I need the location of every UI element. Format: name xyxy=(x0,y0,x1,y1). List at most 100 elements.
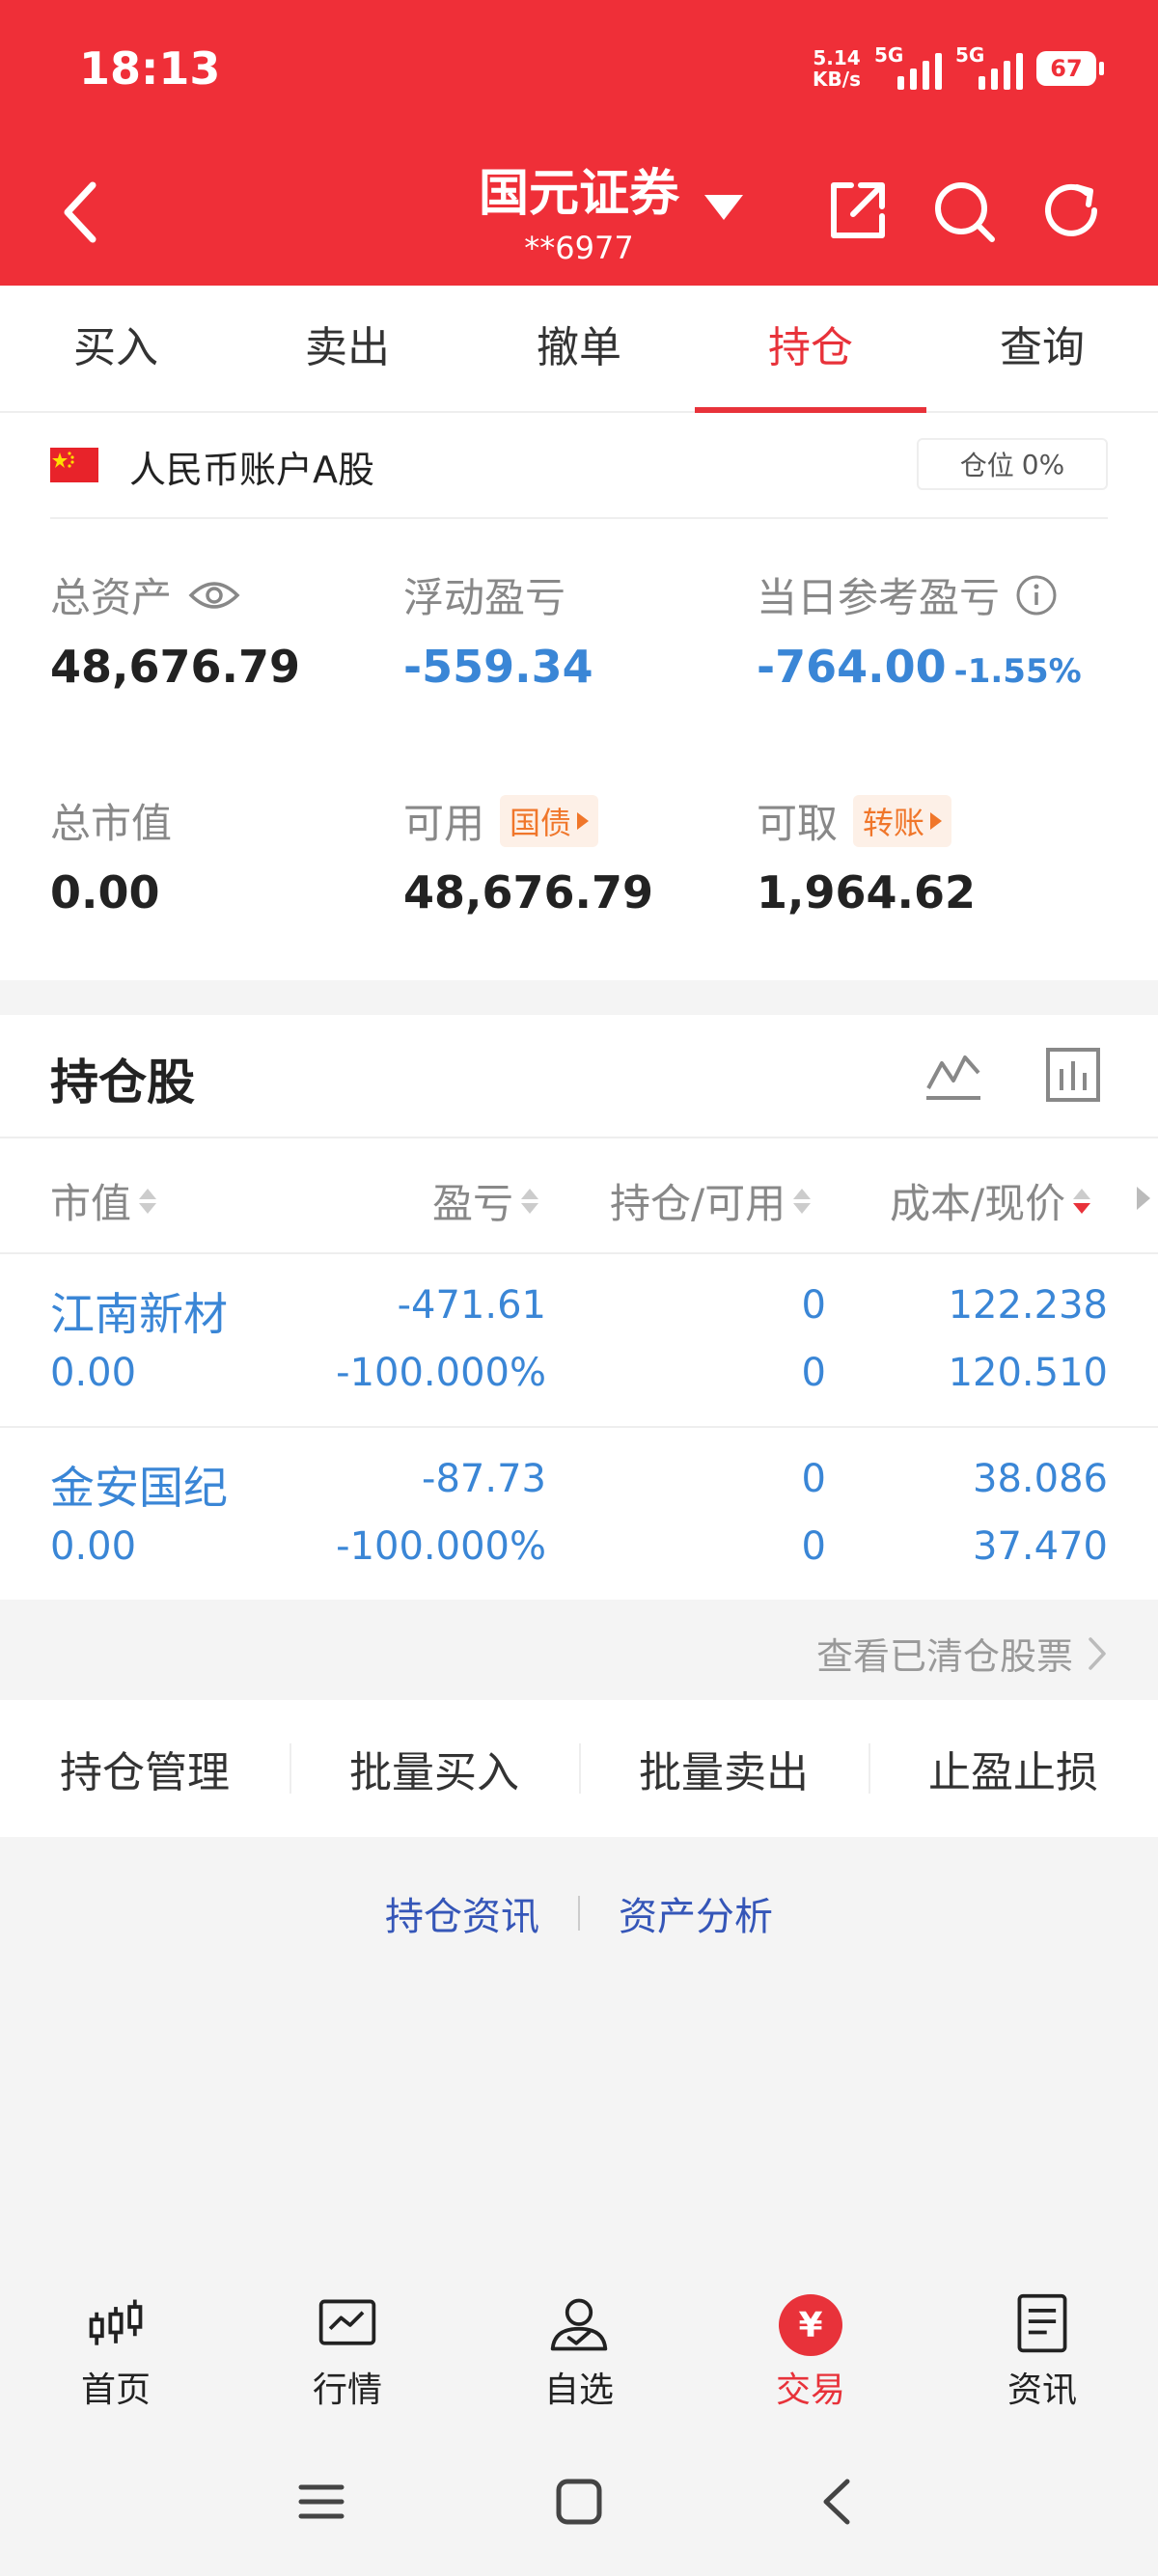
trade-tabs: 买入 卖出 撤单 持仓 查询 xyxy=(0,286,1158,413)
nav-watchlist[interactable]: 自选 xyxy=(463,2267,695,2412)
floating-pl-value: -559.34 xyxy=(403,641,593,693)
signal-icon: 5G xyxy=(874,43,942,90)
available-value: 48,676.79 xyxy=(403,866,653,918)
stock-price: 37.470 xyxy=(973,1524,1108,1569)
daily-pl-label: 当日参考盈亏 xyxy=(757,565,1058,624)
line-chart-icon[interactable] xyxy=(923,1044,984,1106)
transfer-tag[interactable]: 转账 xyxy=(853,794,952,847)
batch-buy-button[interactable]: 批量买入 xyxy=(290,1738,579,1799)
app-header: 18:13 5.14 KB/s 5G 5G 67 国元证券 **6977 xyxy=(0,0,1158,286)
account-type[interactable]: 人民币账户A股 xyxy=(129,440,374,493)
cleared-stocks-bar: 查看已清仓股票 xyxy=(0,1600,1158,1698)
bottom-nav: 首页 行情 自选 ¥ 交易 资讯 xyxy=(0,2267,1158,2412)
withdrawable-value: 1,964.62 xyxy=(757,866,976,918)
take-profit-stop-loss-button[interactable]: 止盈止损 xyxy=(868,1738,1158,1799)
nav-home[interactable]: 首页 xyxy=(0,2267,232,2412)
stock-market-value: 0.00 xyxy=(50,1351,137,1395)
stock-holding: 0 xyxy=(801,1283,826,1328)
tab-cancel-order[interactable]: 撤单 xyxy=(463,286,695,411)
daily-pl-value: -764.00 -1.55% xyxy=(757,641,1082,693)
table-row[interactable]: 金安国纪 0.00 -87.73 -100.000% 0 0 38.086 37… xyxy=(0,1428,1158,1600)
system-navigation xyxy=(0,2451,1158,2557)
sort-icon xyxy=(521,1188,539,1214)
eye-icon[interactable] xyxy=(187,578,241,613)
caret-down-icon[interactable] xyxy=(704,195,743,220)
sort-icon xyxy=(139,1188,157,1214)
scroll-right-icon[interactable] xyxy=(1137,1187,1150,1210)
search-icon[interactable] xyxy=(928,176,998,245)
candlestick-icon xyxy=(89,2299,143,2345)
tab-positions[interactable]: 持仓 xyxy=(695,286,926,413)
stock-pl: -471.61 xyxy=(397,1283,546,1328)
market-value-label: 总市值 xyxy=(50,800,173,847)
home-square-icon[interactable] xyxy=(555,2478,603,2526)
link-separator xyxy=(578,1896,580,1931)
battery-icon: 67 xyxy=(1036,51,1104,86)
floating-pl-label: 浮动盈亏 xyxy=(403,574,566,621)
holding-news-link[interactable]: 持仓资讯 xyxy=(385,1885,539,1941)
nav-news[interactable]: 资讯 xyxy=(926,2267,1158,2412)
bar-chart-icon[interactable] xyxy=(1042,1044,1104,1106)
tab-sell[interactable]: 卖出 xyxy=(232,286,463,411)
total-assets-label: 总资产 xyxy=(50,565,241,624)
column-market-value[interactable]: 市值 xyxy=(50,1171,157,1230)
position-ratio-badge: 仓位 0% xyxy=(917,438,1108,490)
nav-market[interactable]: 行情 xyxy=(232,2267,463,2412)
stock-pl-percent: -100.000% xyxy=(336,1524,546,1569)
market-value-value: 0.00 xyxy=(50,866,160,918)
treasury-bond-tag[interactable]: 国债 xyxy=(500,794,599,847)
daily-pl-percent: -1.55% xyxy=(953,652,1082,691)
table-row[interactable]: 江南新材 0.00 -471.61 -100.000% 0 0 122.238 … xyxy=(0,1254,1158,1426)
sort-icon xyxy=(1073,1188,1091,1214)
tab-query[interactable]: 查询 xyxy=(926,286,1158,411)
holdings-panel: 持仓股 市值 盈亏 持仓/可用 成本/现价 江南新材 0.00 -471.61 … xyxy=(0,1015,1158,1600)
withdrawable-label: 可取 转账 xyxy=(757,791,952,850)
status-time: 18:13 xyxy=(79,42,221,95)
bottom-links: 持仓资讯 资产分析 xyxy=(0,1879,1158,1947)
stock-available: 0 xyxy=(801,1351,826,1395)
tab-buy[interactable]: 买入 xyxy=(0,286,232,411)
sort-icon xyxy=(793,1188,812,1214)
stock-name: 金安国纪 xyxy=(50,1462,228,1514)
chevron-right-icon xyxy=(1089,1636,1106,1670)
net-speed: 5.14 KB/s xyxy=(813,46,861,91)
divider xyxy=(0,1137,1158,1138)
stock-available: 0 xyxy=(801,1524,826,1569)
account-summary: 人民币账户A股 仓位 0% 总资产 48,676.79 浮动盈亏 -559.34… xyxy=(0,413,1158,980)
menu-icon[interactable] xyxy=(297,2478,345,2526)
holding-actions: 持仓管理 批量买入 批量卖出 止盈止损 xyxy=(0,1700,1158,1837)
stock-cost: 38.086 xyxy=(973,1457,1108,1501)
caret-right-icon xyxy=(577,811,590,830)
caret-right-icon xyxy=(930,811,943,830)
stock-pl-percent: -100.000% xyxy=(336,1351,546,1395)
cleared-stocks-link[interactable]: 查看已清仓股票 xyxy=(816,1627,1108,1680)
position-management-button[interactable]: 持仓管理 xyxy=(0,1738,290,1799)
nav-trade[interactable]: ¥ 交易 xyxy=(695,2267,926,2412)
signal-icon: 5G xyxy=(955,43,1023,90)
batch-sell-button[interactable]: 批量卖出 xyxy=(579,1738,868,1799)
status-icons: 5.14 KB/s 5G 5G 67 xyxy=(813,42,1104,95)
user-icon xyxy=(550,2298,608,2351)
stock-price: 120.510 xyxy=(948,1351,1108,1395)
available-label: 可用 国债 xyxy=(403,791,599,850)
stock-market-value: 0.00 xyxy=(50,1524,137,1569)
back-triangle-icon[interactable] xyxy=(816,2476,855,2528)
divider xyxy=(50,517,1108,519)
stock-cost: 122.238 xyxy=(948,1283,1108,1328)
refresh-icon[interactable] xyxy=(1036,176,1106,245)
stock-pl: -87.73 xyxy=(422,1457,546,1501)
info-icon[interactable] xyxy=(1015,574,1058,617)
share-icon[interactable] xyxy=(822,176,892,245)
total-assets-value: 48,676.79 xyxy=(50,641,300,693)
holdings-title: 持仓股 xyxy=(50,1055,195,1110)
column-profit-loss[interactable]: 盈亏 xyxy=(432,1171,539,1230)
document-icon xyxy=(1017,2293,1067,2353)
column-cost-price[interactable]: 成本/现价 xyxy=(890,1171,1091,1230)
yen-icon: ¥ xyxy=(779,2294,842,2356)
asset-analysis-link[interactable]: 资产分析 xyxy=(619,1885,773,1941)
stock-name: 江南新材 xyxy=(50,1288,228,1340)
column-holding-available[interactable]: 持仓/可用 xyxy=(610,1171,812,1230)
china-flag-icon xyxy=(50,448,98,482)
chart-icon xyxy=(318,2299,376,2345)
stock-holding: 0 xyxy=(801,1457,826,1501)
